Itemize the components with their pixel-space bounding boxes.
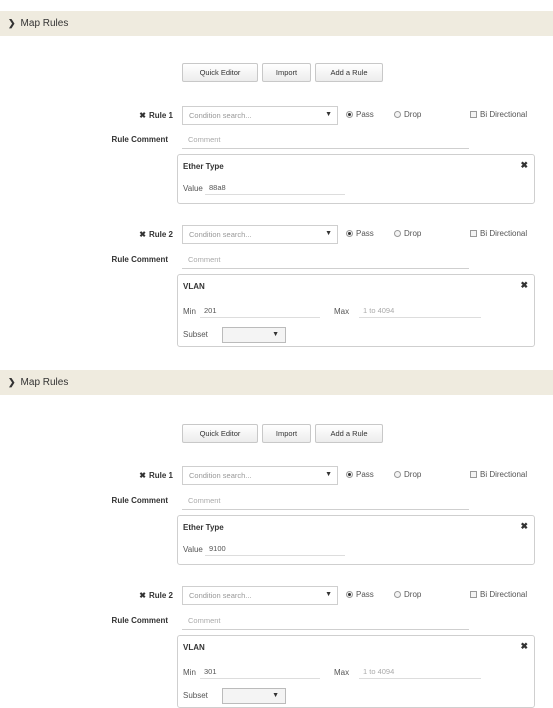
caret-down-icon: ▼ bbox=[325, 230, 332, 237]
map-rules-title: Map Rules bbox=[20, 18, 69, 29]
drop-radio[interactable]: Drop bbox=[394, 110, 421, 119]
remove-rule-icon[interactable]: ✖ bbox=[139, 230, 146, 239]
caret-down-icon: ▼ bbox=[325, 471, 332, 478]
radio-icon bbox=[394, 230, 401, 237]
close-icon[interactable]: ✖ bbox=[520, 521, 528, 532]
rule-label: ✖ Rule 2 bbox=[139, 591, 173, 600]
subset-label: Subset bbox=[183, 691, 208, 700]
caret-down-icon: ▼ bbox=[325, 111, 332, 118]
max-input[interactable]: 1 to 4094 bbox=[359, 304, 481, 318]
condition-search-combo[interactable]: Condition search... ▼ bbox=[182, 586, 338, 605]
value-input[interactable]: 9100 bbox=[205, 542, 345, 556]
max-label: Max bbox=[334, 307, 350, 316]
drop-radio[interactable]: Drop bbox=[394, 229, 421, 238]
drop-radio[interactable]: Drop bbox=[394, 590, 421, 599]
drop-radio[interactable]: Drop bbox=[394, 470, 421, 479]
condition-box: Ether Type ✖ Value 9100 bbox=[177, 515, 535, 565]
condition-box: VLAN ✖ Min 201 Max 1 to 4094 Subset ▼ bbox=[177, 274, 535, 347]
remove-rule-icon[interactable]: ✖ bbox=[139, 471, 146, 480]
radio-icon bbox=[394, 471, 401, 478]
checkbox-icon bbox=[470, 471, 477, 478]
min-label: Min bbox=[183, 307, 196, 316]
caret-down-icon: ▼ bbox=[325, 591, 332, 598]
quick-editor-button[interactable]: Quick Editor bbox=[182, 63, 258, 82]
map-rules-title: Map Rules bbox=[20, 377, 69, 388]
bidirectional-checkbox[interactable]: Bi Directional bbox=[470, 229, 527, 238]
checkbox-icon bbox=[470, 111, 477, 118]
radio-icon bbox=[394, 111, 401, 118]
value-input[interactable]: 88a8 bbox=[205, 181, 345, 195]
quick-editor-button[interactable]: Quick Editor bbox=[182, 424, 258, 443]
value-label: Value bbox=[183, 545, 203, 554]
bidirectional-checkbox[interactable]: Bi Directional bbox=[470, 470, 527, 479]
min-label: Min bbox=[183, 668, 196, 677]
bidirectional-checkbox[interactable]: Bi Directional bbox=[470, 590, 527, 599]
rule-label: ✖ Rule 2 bbox=[139, 230, 173, 239]
radio-selected-icon bbox=[346, 471, 353, 478]
condition-box: Ether Type ✖ Value 88a8 bbox=[177, 154, 535, 204]
condition-search-combo[interactable]: Condition search... ▼ bbox=[182, 106, 338, 125]
max-label: Max bbox=[334, 668, 350, 677]
rule-comment-label: Rule Comment bbox=[111, 135, 168, 144]
radio-selected-icon bbox=[346, 111, 353, 118]
caret-down-icon: ▼ bbox=[272, 692, 279, 699]
min-input[interactable]: 301 bbox=[200, 665, 320, 679]
map-rules-header[interactable]: ❯ Map Rules bbox=[0, 370, 553, 395]
caret-down-icon: ▼ bbox=[272, 331, 279, 338]
rule-comment-input[interactable]: Comment bbox=[182, 251, 469, 269]
pass-radio[interactable]: Pass bbox=[346, 229, 374, 238]
min-input[interactable]: 201 bbox=[200, 304, 320, 318]
condition-title: VLAN bbox=[183, 643, 205, 652]
map-rules-header[interactable]: ❯ Map Rules bbox=[0, 11, 553, 36]
chevron-down-icon[interactable]: ❯ bbox=[8, 377, 16, 388]
rule-comment-input[interactable]: Comment bbox=[182, 131, 469, 149]
value-label: Value bbox=[183, 184, 203, 193]
rule-comment-label: Rule Comment bbox=[111, 616, 168, 625]
rule-comment-label: Rule Comment bbox=[111, 255, 168, 264]
subset-select[interactable]: ▼ bbox=[222, 327, 286, 343]
add-rule-button[interactable]: Add a Rule bbox=[315, 424, 383, 443]
close-icon[interactable]: ✖ bbox=[520, 160, 528, 171]
rule-comment-input[interactable]: Comment bbox=[182, 492, 469, 510]
condition-title: Ether Type bbox=[183, 523, 224, 532]
radio-icon bbox=[394, 591, 401, 598]
subset-select[interactable]: ▼ bbox=[222, 688, 286, 704]
condition-box: VLAN ✖ Min 301 Max 1 to 4094 Subset ▼ bbox=[177, 635, 535, 708]
condition-title: Ether Type bbox=[183, 162, 224, 171]
rule-comment-label: Rule Comment bbox=[111, 496, 168, 505]
remove-rule-icon[interactable]: ✖ bbox=[139, 591, 146, 600]
rule-comment-input[interactable]: Comment bbox=[182, 612, 469, 630]
remove-rule-icon[interactable]: ✖ bbox=[139, 111, 146, 120]
import-button[interactable]: Import bbox=[262, 424, 311, 443]
checkbox-icon bbox=[470, 591, 477, 598]
radio-selected-icon bbox=[346, 591, 353, 598]
pass-radio[interactable]: Pass bbox=[346, 590, 374, 599]
import-button[interactable]: Import bbox=[262, 63, 311, 82]
subset-label: Subset bbox=[183, 330, 208, 339]
pass-radio[interactable]: Pass bbox=[346, 470, 374, 479]
close-icon[interactable]: ✖ bbox=[520, 280, 528, 291]
condition-title: VLAN bbox=[183, 282, 205, 291]
radio-selected-icon bbox=[346, 230, 353, 237]
bidirectional-checkbox[interactable]: Bi Directional bbox=[470, 110, 527, 119]
pass-radio[interactable]: Pass bbox=[346, 110, 374, 119]
add-rule-button[interactable]: Add a Rule bbox=[315, 63, 383, 82]
max-input[interactable]: 1 to 4094 bbox=[359, 665, 481, 679]
condition-search-combo[interactable]: Condition search... ▼ bbox=[182, 225, 338, 244]
rule-label: ✖ Rule 1 bbox=[139, 111, 173, 120]
rule-label: ✖ Rule 1 bbox=[139, 471, 173, 480]
close-icon[interactable]: ✖ bbox=[520, 641, 528, 652]
checkbox-icon bbox=[470, 230, 477, 237]
chevron-down-icon[interactable]: ❯ bbox=[8, 18, 16, 29]
condition-search-combo[interactable]: Condition search... ▼ bbox=[182, 466, 338, 485]
